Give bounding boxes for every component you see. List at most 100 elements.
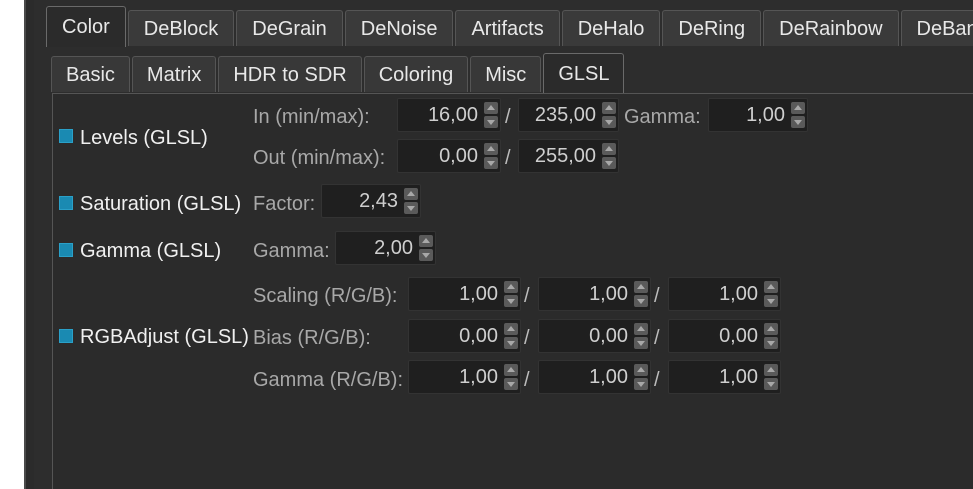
rgbadjust-scaling-label: Scaling (R/G/B):: [253, 285, 398, 307]
spin-down-icon[interactable]: [791, 116, 805, 128]
levels-gamma-spinbox[interactable]: 1,00: [708, 98, 808, 132]
separator-slash: /: [505, 106, 511, 128]
gamma-value-label: Gamma:: [253, 240, 330, 262]
tab-misc[interactable]: Misc: [470, 56, 542, 92]
spin-up-icon[interactable]: [504, 364, 518, 376]
rgbadjust-scaling-r-spinbox[interactable]: 1,00: [408, 277, 521, 311]
spinbox-value: 0,00: [439, 145, 478, 167]
tab-derainbow[interactable]: DeRainbow: [763, 10, 899, 46]
rgbadjust-checkbox[interactable]: [59, 329, 73, 343]
tab-deblock[interactable]: DeBlock: [127, 10, 235, 46]
spin-down-icon[interactable]: [504, 295, 518, 307]
spin-down-icon[interactable]: [404, 202, 418, 214]
gamma-spinbox[interactable]: 2,00: [335, 231, 436, 265]
spin-up-icon[interactable]: [602, 102, 616, 114]
spinbox-value: 255,00: [534, 145, 596, 167]
app-window: Color DeBlock DeGrain DeNoise Artifacts …: [24, 0, 973, 489]
spin-down-icon[interactable]: [484, 157, 498, 169]
spin-up-icon[interactable]: [764, 323, 778, 335]
tab-basic[interactable]: Basic: [51, 56, 130, 92]
rgbadjust-gamma-r-spinbox[interactable]: 1,00: [408, 360, 521, 394]
filter-panel: Color DeBlock DeGrain DeNoise Artifacts …: [34, 0, 973, 489]
tab-coloring[interactable]: Coloring: [363, 56, 469, 92]
spinbox-value: 1,00: [589, 366, 628, 388]
color-subtabs: Basic Matrix HDR to SDR Coloring Misc GL…: [51, 53, 626, 93]
filter-category-tabs: Color DeBlock DeGrain DeNoise Artifacts …: [46, 6, 973, 48]
rgbadjust-scaling-b-spinbox[interactable]: 1,00: [668, 277, 781, 311]
rgbadjust-gamma-b-spinbox[interactable]: 1,00: [668, 360, 781, 394]
spinbox-value: 0,00: [459, 325, 498, 347]
spin-up-icon[interactable]: [504, 323, 518, 335]
rgbadjust-scaling-g-spinbox[interactable]: 1,00: [538, 277, 651, 311]
saturation-factor-spinbox[interactable]: 2,43: [321, 184, 421, 218]
tab-deband[interactable]: DeBand: [900, 10, 973, 46]
spin-up-icon[interactable]: [484, 102, 498, 114]
tab-dering[interactable]: DeRing: [662, 10, 762, 46]
rgbadjust-gamma-label: Gamma (R/G/B):: [253, 369, 404, 391]
spin-down-icon[interactable]: [504, 378, 518, 390]
rgbadjust-bias-g-spinbox[interactable]: 0,00: [538, 319, 651, 353]
spin-up-icon[interactable]: [634, 281, 648, 293]
spin-up-icon[interactable]: [634, 364, 648, 376]
tab-color[interactable]: Color: [46, 6, 126, 47]
spin-down-icon[interactable]: [764, 337, 778, 349]
levels-in-min-spinbox[interactable]: 16,00: [397, 98, 501, 132]
spin-up-icon[interactable]: [602, 143, 616, 155]
rgbadjust-bias-b-spinbox[interactable]: 0,00: [668, 319, 781, 353]
spin-up-icon[interactable]: [764, 364, 778, 376]
tab-artifacts[interactable]: Artifacts: [455, 10, 560, 46]
spinbox-value: 2,43: [359, 190, 398, 212]
levels-out-max-spinbox[interactable]: 255,00: [518, 139, 619, 173]
spinbox-value: 1,00: [459, 283, 498, 305]
tab-hdr-to-sdr[interactable]: HDR to SDR: [218, 56, 362, 92]
levels-checkbox[interactable]: [59, 129, 73, 143]
spin-down-icon[interactable]: [764, 378, 778, 390]
spin-up-icon[interactable]: [504, 281, 518, 293]
spin-up-icon[interactable]: [419, 235, 433, 247]
separator-slash: /: [654, 369, 660, 391]
levels-out-min-spinbox[interactable]: 0,00: [397, 139, 501, 173]
separator-slash: /: [505, 147, 511, 169]
spinbox-value: 1,00: [459, 366, 498, 388]
separator-slash: /: [654, 327, 660, 349]
levels-gamma-label: Gamma:: [624, 106, 701, 128]
gamma-checkbox[interactable]: [59, 243, 73, 257]
spin-down-icon[interactable]: [634, 295, 648, 307]
spinbox-value: 1,00: [719, 366, 758, 388]
separator-slash: /: [524, 327, 530, 349]
levels-in-max-spinbox[interactable]: 235,00: [518, 98, 619, 132]
spin-down-icon[interactable]: [764, 295, 778, 307]
rgbadjust-gamma-g-spinbox[interactable]: 1,00: [538, 360, 651, 394]
tab-dehalo[interactable]: DeHalo: [561, 10, 661, 46]
tab-matrix[interactable]: Matrix: [131, 56, 217, 92]
rgbadjust-bias-label: Bias (R/G/B):: [253, 327, 371, 349]
saturation-label: Saturation (GLSL): [80, 193, 242, 215]
spin-down-icon[interactable]: [634, 378, 648, 390]
spinbox-value: 1,00: [746, 104, 785, 126]
rgbadjust-bias-r-spinbox[interactable]: 0,00: [408, 319, 521, 353]
spin-down-icon[interactable]: [602, 157, 616, 169]
spin-up-icon[interactable]: [634, 323, 648, 335]
spin-up-icon[interactable]: [404, 188, 418, 200]
spin-up-icon[interactable]: [764, 281, 778, 293]
spinbox-value: 2,00: [374, 237, 413, 259]
levels-in-label: In (min/max):: [253, 106, 370, 128]
spinbox-value: 0,00: [589, 325, 628, 347]
levels-label: Levels (GLSL): [80, 127, 208, 149]
spinbox-value: 235,00: [534, 104, 596, 126]
spin-down-icon[interactable]: [634, 337, 648, 349]
spin-down-icon[interactable]: [484, 116, 498, 128]
tab-degrain[interactable]: DeGrain: [236, 10, 343, 46]
glsl-panel: Levels (GLSL) In (min/max): 16,00 / 235,…: [52, 93, 973, 489]
spinbox-value: 0,00: [719, 325, 758, 347]
saturation-checkbox[interactable]: [59, 196, 73, 210]
spin-up-icon[interactable]: [484, 143, 498, 155]
spinbox-value: 1,00: [589, 283, 628, 305]
spin-down-icon[interactable]: [504, 337, 518, 349]
spin-up-icon[interactable]: [791, 102, 805, 114]
spinbox-value: 1,00: [719, 283, 758, 305]
tab-denoise[interactable]: DeNoise: [344, 10, 454, 46]
spin-down-icon[interactable]: [419, 249, 433, 261]
tab-glsl[interactable]: GLSL: [543, 53, 625, 93]
spin-down-icon[interactable]: [602, 116, 616, 128]
